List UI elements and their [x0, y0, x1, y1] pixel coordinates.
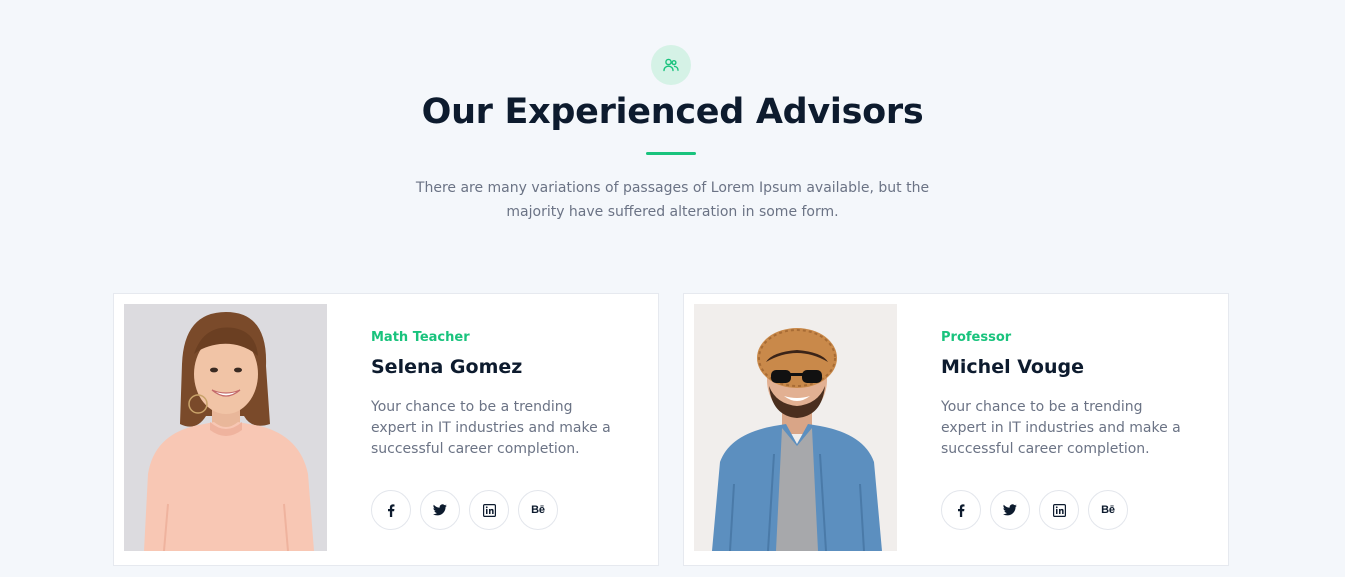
behance-icon[interactable]: Bē [1088, 490, 1128, 530]
social-links: Bē [941, 490, 1128, 530]
advisor-name: Michel Vouge [941, 356, 1084, 378]
section-subtitle: There are many variations of passages of… [415, 180, 930, 220]
advisor-role: Professor [941, 330, 1012, 345]
advisor-description: Your chance to be a trending expert in I… [371, 399, 611, 457]
linkedin-icon[interactable] [469, 490, 509, 530]
social-links: Bē [371, 490, 558, 530]
behance-icon[interactable]: Bē [518, 490, 558, 530]
advisor-photo [694, 304, 897, 551]
users-icon [651, 45, 691, 85]
title-underline [646, 152, 696, 155]
advisor-description: Your chance to be a trending expert in I… [941, 399, 1181, 457]
twitter-icon[interactable] [990, 490, 1030, 530]
twitter-icon[interactable] [420, 490, 460, 530]
advisor-card: Professor Michel Vouge Your chance to be… [683, 293, 1229, 566]
section-title: Our Experienced Advisors [421, 92, 924, 132]
advisor-name: Selena Gomez [371, 356, 523, 378]
advisors-section: Our Experienced Advisors There are many … [0, 0, 1345, 577]
advisor-role: Math Teacher [371, 330, 470, 345]
facebook-icon[interactable] [371, 490, 411, 530]
facebook-icon[interactable] [941, 490, 981, 530]
advisor-card: Math Teacher Selena Gomez Your chance to… [113, 293, 659, 566]
linkedin-icon[interactable] [1039, 490, 1079, 530]
advisor-photo [124, 304, 327, 551]
